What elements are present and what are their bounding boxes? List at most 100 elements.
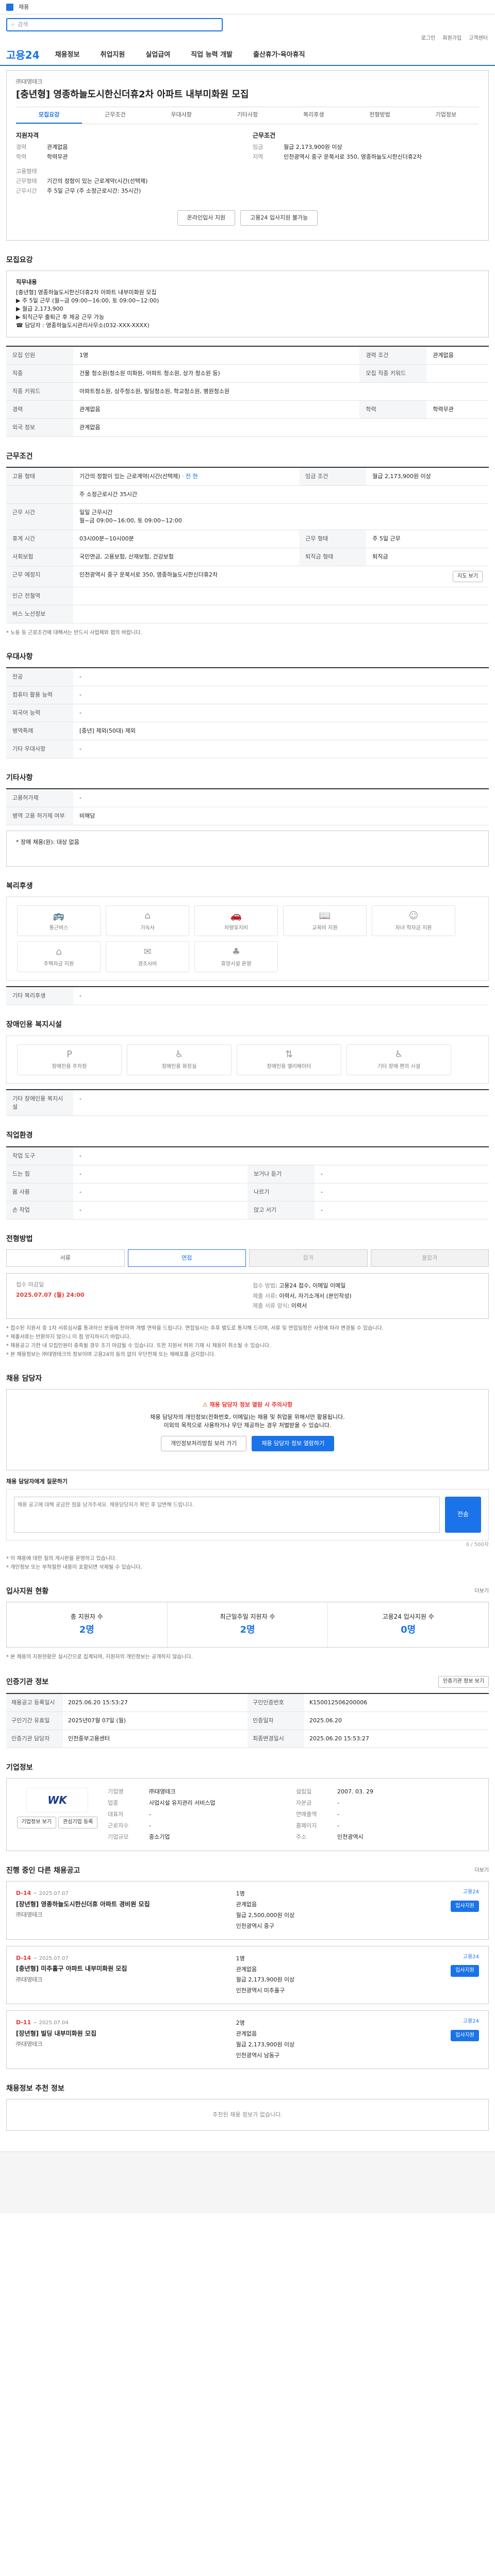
apply-stats: 총 지원자 수 2명 최근일주일 지원자 수 2명 고용24 입사지원 수 0명 bbox=[6, 1601, 489, 1648]
util-menu: 로그인 회원가입 고객센터 bbox=[0, 35, 495, 45]
inquiry-box: 전송 bbox=[6, 1489, 489, 1541]
table-row: 작업 도구 - bbox=[6, 1146, 489, 1165]
menu-item-benefits[interactable]: 실업급여 bbox=[145, 50, 170, 60]
tab-etc[interactable]: 기타사항 bbox=[214, 107, 280, 124]
tree-icon: ♣ bbox=[232, 946, 241, 958]
top-left-label[interactable]: 채용 bbox=[19, 3, 29, 11]
info-title: 인증기관 정보 bbox=[6, 1677, 49, 1686]
apply-button[interactable]: 입사지원 bbox=[451, 1900, 479, 1912]
apply-button[interactable]: 입사지원 bbox=[451, 1965, 479, 1977]
tab-welfare[interactable]: 복리후생 bbox=[280, 107, 346, 124]
welfare-item: ⌂ 주택자금 지원 bbox=[17, 941, 101, 973]
table-row: 직종 건물 청소원(청소원 미화원, 아파트 청소원, 상가 청소원 등) 모집 직… bbox=[6, 364, 489, 383]
summary-conditions: 근무조건 임금 월급 2,173,900원 이상 지역 인천광역시 중구 운북서로 … bbox=[253, 131, 422, 161]
top-bar: 채용 bbox=[0, 0, 495, 14]
elevator-icon: ⇅ bbox=[285, 1049, 293, 1060]
menu-item-support[interactable]: 취업지원 bbox=[100, 50, 125, 60]
recruit-table: 모집 인원 1명 경력 조건 관계없음 직종 건물 청소원(청소원 미화원, 아파트 청… bbox=[6, 345, 489, 437]
welfare-item: ♣ 휴양시설 운영 bbox=[194, 941, 278, 973]
disabled-other: 기타 장애인용 복지시설 - bbox=[6, 1089, 489, 1116]
facility-icon: ♿ bbox=[394, 1049, 403, 1060]
signup-link[interactable]: 회원가입 bbox=[442, 35, 461, 45]
disabled-item: P 장애인용 주차장 bbox=[17, 1044, 122, 1075]
warning-text: ⚠ 채용 담당자 정보 열람 시 주의사항 bbox=[202, 1401, 293, 1409]
apply-unavailable-button[interactable]: 고용24 입사지원 불가능 bbox=[240, 210, 318, 226]
welfare-item: 🚗 차량유지비 bbox=[194, 905, 278, 937]
list-item[interactable]: D-14 ~ 2025.07.07 [충년형] 미추홀구 아파트 내부미화원 모… bbox=[6, 1945, 489, 2005]
agency-table: 채용공고 등록일시 2025.06.20 15:53:27 구인인증번호 K15001… bbox=[6, 1692, 489, 1748]
disabled-title: 장애인용 복지시설 bbox=[6, 1021, 62, 1029]
table-row: 직종 키워드 아파트청소원, 상주청소원, 빌딩청소원, 학교청소원, 병원청소원 bbox=[6, 382, 489, 401]
login-link[interactable]: 로그인 bbox=[421, 35, 436, 45]
conditions-title: 근무조건 bbox=[6, 452, 33, 461]
stat-week: 최근일주일 지원자 수 2명 bbox=[168, 1602, 328, 1648]
disabled-item: ♿ 기타 장애 편의 시설 bbox=[346, 1044, 451, 1075]
help-link[interactable]: 고객센터 bbox=[469, 35, 488, 45]
welfare-title: 복리후생 bbox=[6, 882, 33, 891]
menu-item-jobs[interactable]: 채용정보 bbox=[55, 50, 80, 60]
preference-table: 전공 - 컴퓨터 활용 능력 - 외국어 능력 - 병역특례 [중년] 제외(50대) … bbox=[6, 667, 489, 758]
step-pass: 합격 bbox=[249, 1249, 368, 1267]
disabled-item: ⇅ 장애인용 엘리베이터 bbox=[237, 1044, 341, 1075]
tab-preference[interactable]: 우대사항 bbox=[148, 107, 214, 124]
online-apply-button[interactable]: 온라인입사 지원 bbox=[177, 210, 236, 226]
table-row: 사회보험 국민연금, 고용보험, 산재보험, 건강보험 퇴직금 형태 퇴직금 bbox=[6, 548, 489, 566]
company-box: WK 기업정보 보기 관심기업 등록 기업명 ㈜대영테크 설립일 2007. 03. … bbox=[6, 1778, 489, 1851]
tab-company[interactable]: 기업정보 bbox=[413, 107, 479, 124]
list-item[interactable]: D-14 ~ 2025.07.07 [장년형] 영종하늘도시한신더휴 아파트 경… bbox=[6, 1881, 489, 1940]
parking-icon: P bbox=[67, 1049, 72, 1060]
job-summary: 지원자격 경력 관계없음 학력 학력무관 고용형태 근무형태 기간의 정함이 있는 근… bbox=[16, 124, 479, 204]
tab-recruit[interactable]: 모집요강 bbox=[16, 107, 82, 124]
table-row: 외국 정보 관계없음 bbox=[6, 418, 489, 437]
tab-process[interactable]: 전형방법 bbox=[346, 107, 412, 124]
company-info-button[interactable]: 기업정보 보기 bbox=[16, 1817, 56, 1828]
process-detail: 접수 마감일 2025.07.07 (월) 24:00 접수 방법: 고용24 … bbox=[6, 1273, 489, 1319]
table-row: 근무 시간 일일 근무시간 월~금 09:00~16:00, 토 09:00~12:… bbox=[6, 503, 489, 530]
job-link[interactable]: [장년형] 영종하늘도시한신더휴 아파트 경비원 모집 bbox=[16, 1900, 229, 1909]
house-icon: ⌂ bbox=[144, 910, 151, 922]
favorite-company-button[interactable]: 관심기업 등록 bbox=[58, 1817, 98, 1828]
table-row: 주 소정근로시간 35시간 bbox=[6, 485, 489, 504]
conditions-table: 고용 형태 기간의 정함이 있는 근로계약(시간(선택제) · 전 현 임금 조건 월… bbox=[6, 466, 489, 623]
recommend-empty: 추천된 채용 정보가 없습니다. bbox=[6, 2099, 489, 2131]
footer bbox=[0, 2151, 495, 2213]
jobs-more-link[interactable]: 더보기 bbox=[474, 1867, 489, 1875]
map-button[interactable]: 지도 보기 bbox=[453, 570, 483, 583]
job-title-box: ㈜대영테크 [충년형] 영종하늘도시한신더휴2차 아파트 내부미화원 모집 모집… bbox=[6, 70, 489, 241]
welfare-other: 기타 복리후생 - bbox=[6, 986, 489, 1006]
inquiry-input[interactable] bbox=[14, 1497, 440, 1533]
table-row: 외국어 능력 - bbox=[6, 704, 489, 722]
agency-info-button[interactable]: 인증기관 정보 보기 bbox=[438, 1676, 489, 1688]
gov-logo-icon bbox=[6, 3, 13, 11]
stat-online: 고용24 입사지원 수 0명 bbox=[382, 1613, 434, 1636]
step-documents: 서류 bbox=[6, 1249, 125, 1267]
site-logo[interactable]: 고용24 bbox=[6, 48, 40, 63]
menu-item-training[interactable]: 직업 능력 개발 bbox=[191, 50, 233, 60]
apply-buttons: 온라인입사 지원 고용24 입사지원 불가능 bbox=[16, 204, 479, 233]
company-title: 기업정보 bbox=[6, 1763, 33, 1772]
view-contact-button[interactable]: 채용 담당자 정보 열람하기 bbox=[252, 1436, 335, 1452]
search-input[interactable]: ⌕ 검색 bbox=[6, 18, 223, 31]
preference-title: 우대사항 bbox=[6, 652, 33, 661]
disabled-item: ♿ 장애인용 화장실 bbox=[127, 1044, 232, 1075]
table-row: 컴퓨터 활용 능력 - bbox=[6, 686, 489, 705]
etc-title: 기타사항 bbox=[6, 773, 33, 782]
process-steps: 서류 면접 합격 불합격 bbox=[6, 1249, 489, 1267]
contact-title: 채용 담당자 bbox=[6, 1375, 42, 1383]
inquiry-send-button[interactable]: 전송 bbox=[445, 1497, 481, 1533]
deadline: 2025.07.07 (월) 24:00 bbox=[16, 1291, 85, 1298]
privacy-policy-button[interactable]: 개인정보처리방침 보러 가기 bbox=[160, 1436, 247, 1452]
job-link[interactable]: [장년형] 빌딩 내부미화원 모집 bbox=[16, 2029, 229, 2038]
global-nav: 고용24 채용정보 취업지원 실업급여 직업 능력 개발 출산휴가·육아휴직 bbox=[0, 45, 495, 66]
apply-button[interactable]: 입사지원 bbox=[451, 2029, 479, 2042]
tab-conditions[interactable]: 근무조건 bbox=[82, 107, 148, 124]
section-tabs: 모집요강 근무조건 우대사항 기타사항 복리후생 전형방법 기업정보 bbox=[16, 107, 479, 124]
job-link[interactable]: [충년형] 미추홀구 아파트 내부미화원 모집 bbox=[16, 1964, 229, 1973]
table-row: 기타 우대사항 - bbox=[6, 740, 489, 758]
stats-more-link[interactable]: 더보기 bbox=[474, 1588, 489, 1596]
company-name[interactable]: ㈜대영테크 bbox=[16, 78, 479, 86]
restroom-icon: ♿ bbox=[175, 1049, 184, 1060]
menu-item-leave[interactable]: 출산휴가·육아휴직 bbox=[253, 50, 305, 60]
process-title: 전형방법 bbox=[6, 1234, 33, 1243]
list-item[interactable]: D-11 ~ 2025.07.04 [장년형] 빌딩 내부미화원 모집 ㈜대영테… bbox=[6, 2010, 489, 2069]
